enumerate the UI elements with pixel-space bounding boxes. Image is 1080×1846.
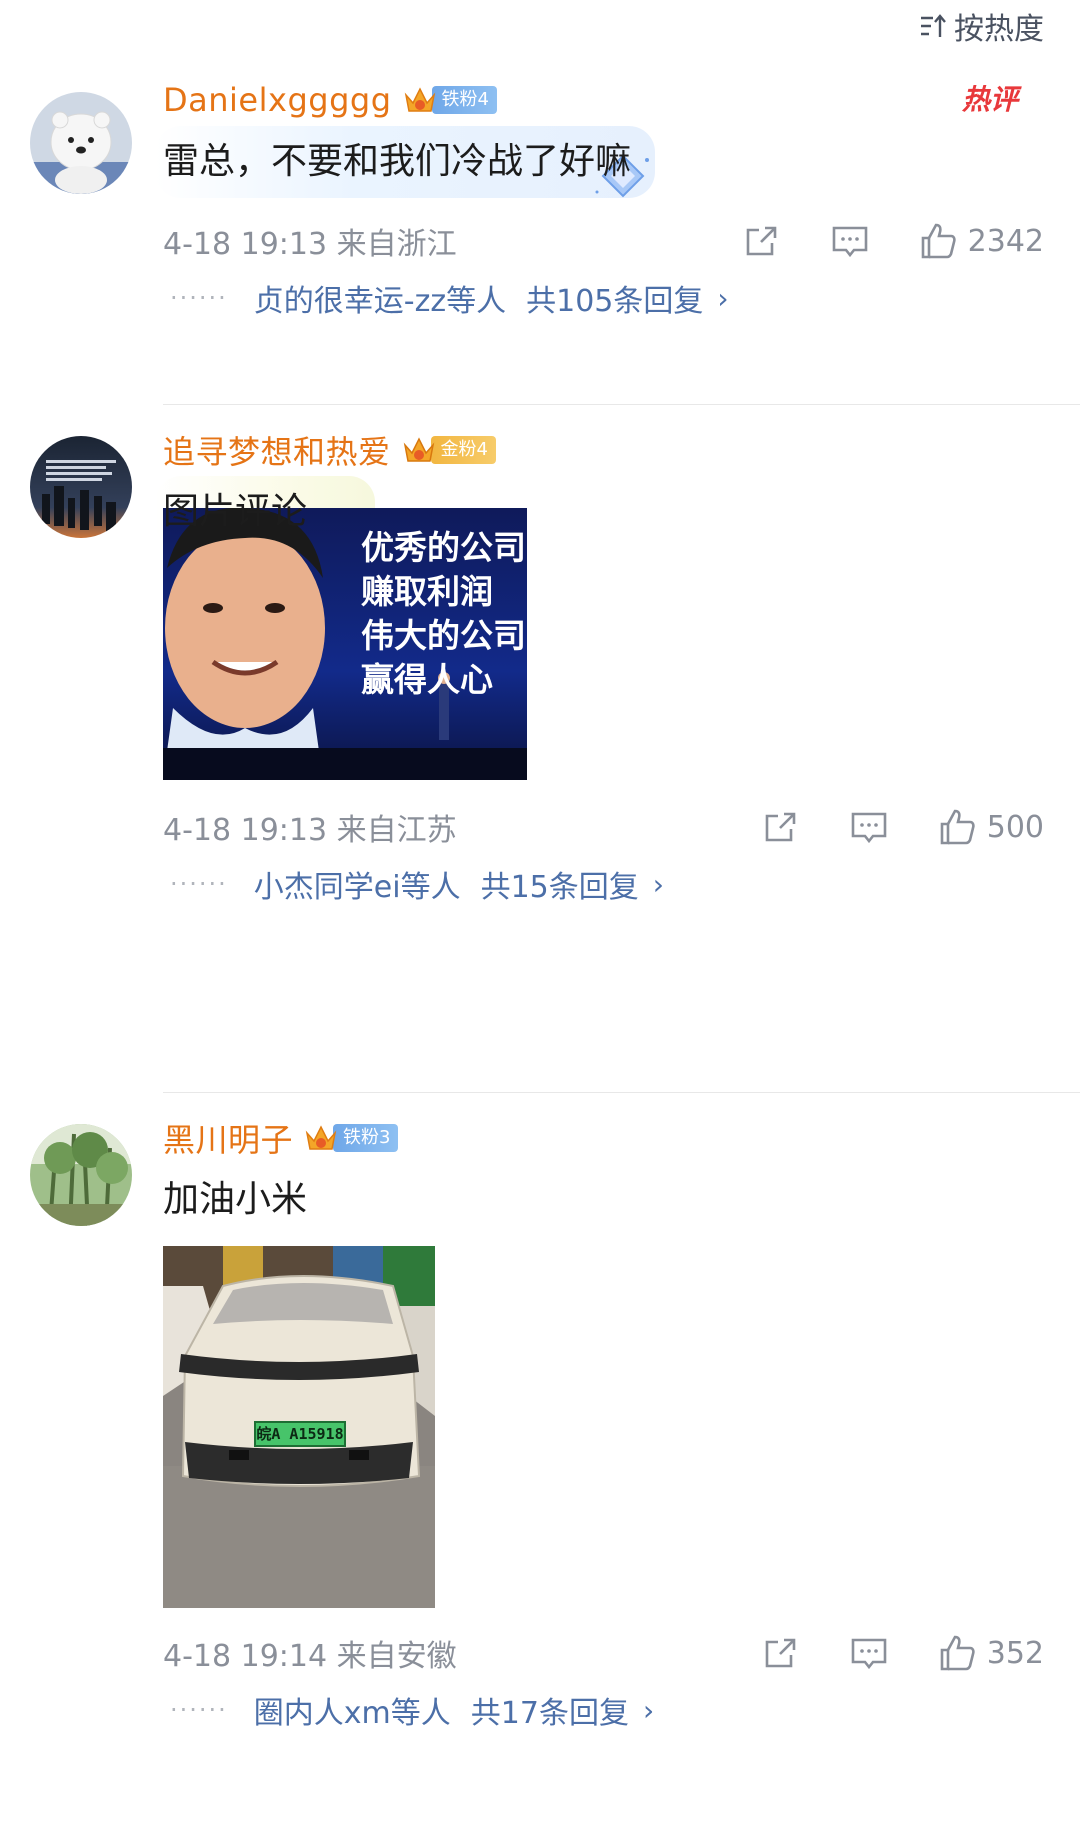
comment-meta: 4-18 19:14 来自安徽 [163, 1639, 457, 1674]
comment-image[interactable]: 优秀的公司 赚取利润 伟大的公司 赢得人心 [163, 508, 527, 780]
sort-label: 按热度 [954, 12, 1044, 47]
reply-summary[interactable]: ······ 圈内人xm 等人 共17条回复 › [170, 1688, 654, 1732]
dots-icon: ······ [170, 870, 228, 898]
divider [163, 1092, 1080, 1093]
dots-icon: ······ [170, 1696, 228, 1724]
reply-users[interactable]: 贞的很幸运-zz [254, 276, 446, 320]
reply-button[interactable] [849, 1633, 889, 1673]
reply-summary[interactable]: ······ 小杰同学ei 等人 共15条回复 › [170, 862, 664, 906]
image-caption-line: 赚取利润 [361, 572, 493, 611]
avatar[interactable] [30, 436, 132, 538]
thumbs-up-icon [940, 1635, 975, 1671]
image-caption-line: 优秀的公司 [361, 528, 526, 567]
share-icon [765, 812, 796, 842]
username[interactable]: Danielxggggg [163, 81, 392, 119]
reply-count[interactable]: 共105条回复 [526, 276, 703, 320]
reply-count[interactable]: 共17条回复 [471, 1688, 629, 1732]
chevron-right-icon: › [717, 281, 729, 315]
comment-icon [851, 812, 887, 844]
like-count: 500 [986, 809, 1044, 845]
share-button[interactable] [742, 221, 782, 261]
comment-text: 图片评论 [155, 476, 375, 548]
license-plate: 皖A A15918 [256, 1425, 344, 1443]
comment-icon [832, 226, 867, 258]
share-icon [765, 1638, 796, 1668]
like-button[interactable]: 352 [937, 1633, 1044, 1673]
image-caption-line: 伟大的公司 [361, 616, 526, 655]
hot-comment-tag: 热评 [961, 83, 1018, 116]
thumbs-up-icon [940, 809, 975, 845]
like-button[interactable]: 500 [937, 807, 1044, 847]
comment-image[interactable]: 皖A A15918 [163, 1246, 435, 1608]
reply-button[interactable] [849, 807, 889, 847]
chevron-right-icon: › [652, 867, 664, 901]
fan-badge[interactable]: 铁粉3 [303, 1123, 399, 1153]
crown-icon [403, 437, 434, 462]
reply-users[interactable]: 圈内人xm [254, 1688, 391, 1732]
comment-text: 雷总，不要和我们冷战了好嘛 [155, 126, 655, 198]
reply-button[interactable] [830, 221, 870, 261]
sort-icon [921, 14, 946, 37]
username[interactable]: 黑川明子 [163, 1115, 293, 1161]
crown-icon [404, 87, 435, 112]
chevron-right-icon: › [642, 1693, 655, 1727]
share-button[interactable] [761, 1633, 801, 1673]
sort-by-hot-button[interactable]: 按热度 [918, 4, 1044, 48]
comment-icon [851, 1638, 887, 1670]
comment-meta: 4-18 19:13 来自浙江 [163, 227, 457, 262]
thumbs-up-icon [921, 223, 956, 259]
avatar[interactable] [30, 92, 132, 194]
avatar[interactable] [30, 1124, 132, 1226]
reply-count[interactable]: 共15条回复 [481, 862, 639, 906]
share-button[interactable] [761, 807, 801, 847]
share-icon [746, 226, 776, 256]
crown-icon [305, 1125, 337, 1150]
reply-users[interactable]: 小杰同学ei [254, 862, 401, 906]
dots-icon: ······ [170, 284, 228, 312]
fan-badge[interactable]: 金粉4 [401, 435, 496, 465]
reply-summary[interactable]: ······ 贞的很幸运-zz 等人 共105条回复 › [170, 276, 729, 320]
username[interactable]: 追寻梦想和热爱 [163, 427, 391, 473]
like-count: 2342 [967, 223, 1044, 259]
comment-meta: 4-18 19:13 来自江苏 [163, 813, 457, 848]
image-caption-line: 赢得人心 [361, 660, 493, 699]
fan-badge[interactable]: 铁粉4 [402, 85, 497, 115]
like-count: 352 [986, 1635, 1044, 1671]
like-button[interactable]: 2342 [918, 221, 1044, 261]
comment-text: 加油小米 [163, 1179, 308, 1220]
divider [163, 404, 1080, 405]
